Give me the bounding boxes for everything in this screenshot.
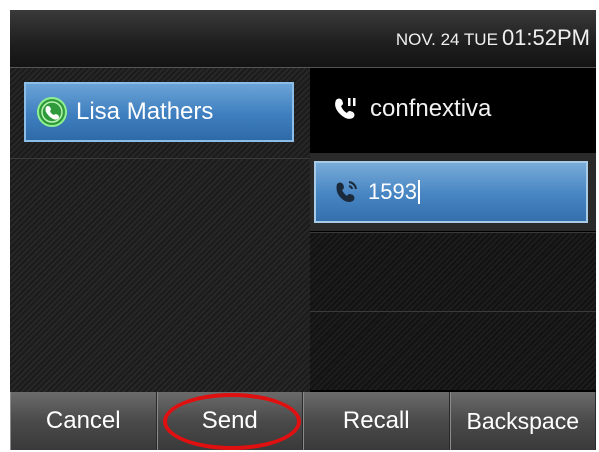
dial-number-input[interactable]: 1593	[314, 161, 588, 223]
status-bar: NOV. 24 TUE 01:52PM	[10, 10, 596, 68]
empty-call-slot	[310, 311, 596, 390]
phone-handset-icon	[335, 98, 356, 119]
text-cursor	[417, 180, 420, 204]
empty-call-slot	[310, 232, 596, 311]
phone-handset-icon	[37, 97, 67, 127]
phone-outgoing-icon	[336, 181, 357, 202]
softkey-bar: Cancel Send Recall Backspace	[10, 392, 596, 450]
call-pane: confnextiva 1593	[310, 68, 596, 396]
date-label: NOV. 24 TUE	[395, 30, 498, 49]
date-time: NOV. 24 TUE 01:52PM	[396, 25, 590, 51]
line-pane: Lisa Mathers	[10, 68, 310, 396]
call-entry-confnextiva[interactable]: confnextiva	[330, 94, 491, 124]
backspace-softkey[interactable]: Backspace	[449, 392, 596, 450]
send-softkey[interactable]: Send	[156, 392, 303, 450]
phone-screen: NOV. 24 TUE 01:52PM Lisa Mathers confnext…	[10, 10, 596, 450]
line-key-label: Lisa Mathers	[76, 98, 214, 125]
line-key-lisa-mathers[interactable]: Lisa Mathers	[24, 82, 294, 142]
recall-softkey[interactable]: Recall	[303, 392, 450, 450]
call-label-text: confnextiva	[370, 95, 492, 122]
time-label: 01:52PM	[501, 25, 590, 50]
cancel-softkey[interactable]: Cancel	[10, 392, 157, 450]
dial-input-value: 1593	[368, 179, 417, 204]
divider	[10, 158, 310, 159]
dial-input-row: 1593	[310, 153, 596, 231]
